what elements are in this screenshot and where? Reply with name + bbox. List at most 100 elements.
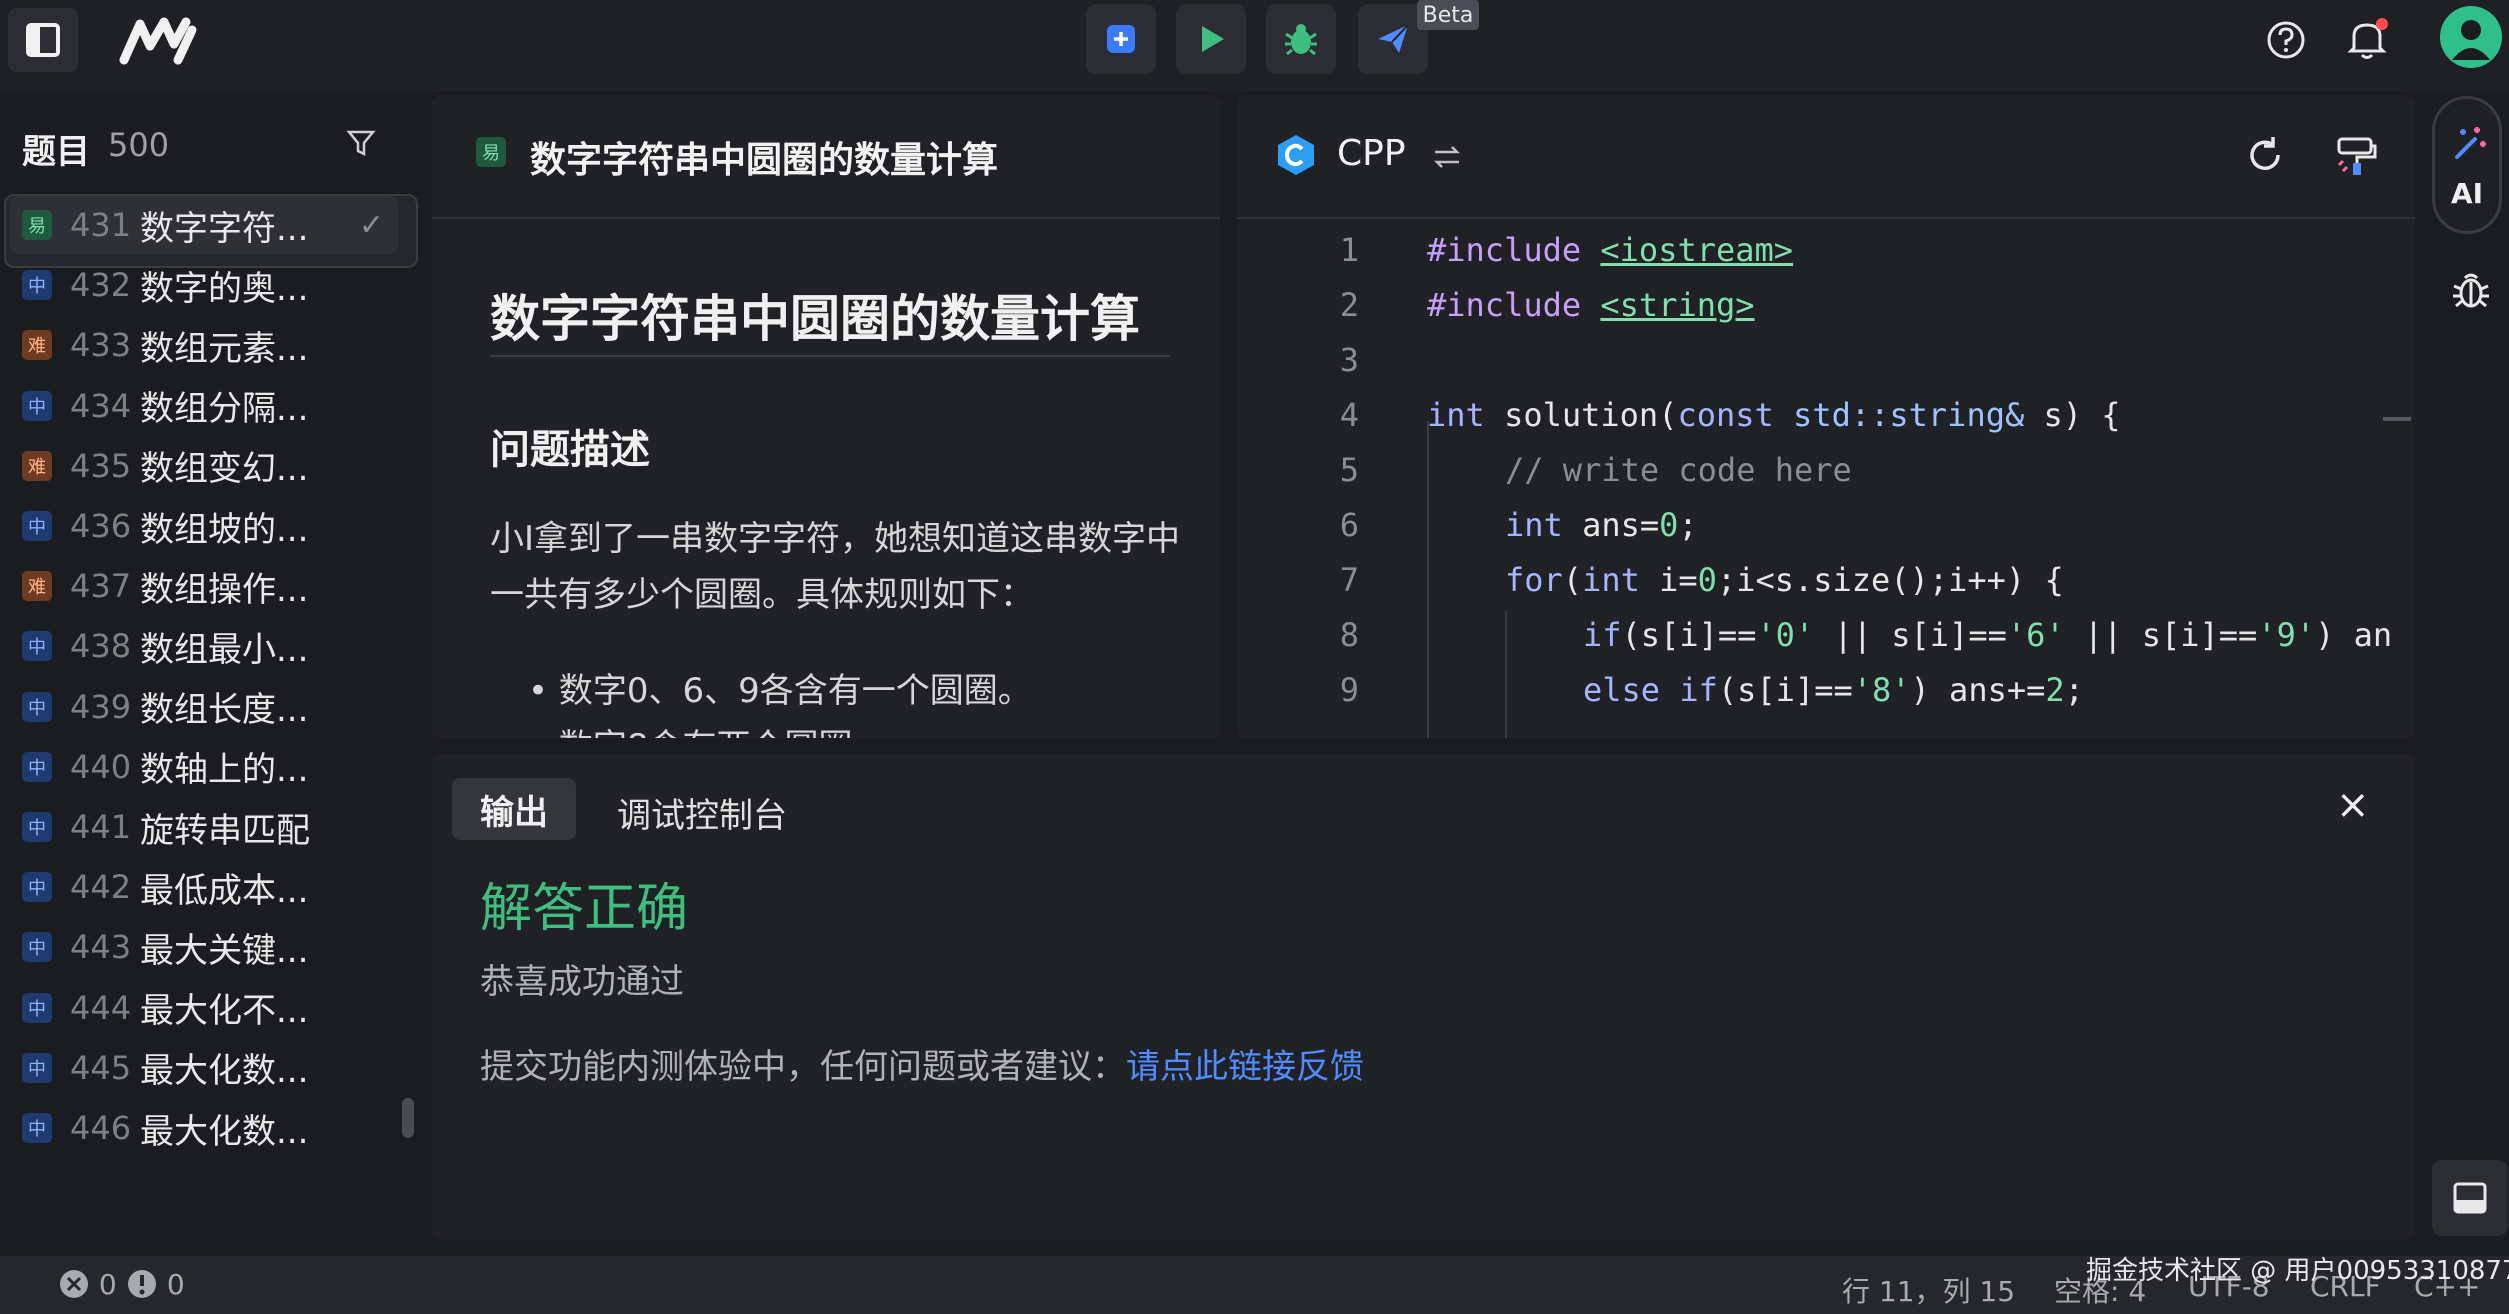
problem-item[interactable]: 中 438 数组最小... [10,617,398,675]
beta-badge: Beta [1417,0,1479,30]
top-bar: Beta [0,0,2509,92]
line-number: 9 [1339,671,1359,709]
sidebar-scrollbar[interactable] [402,1098,414,1138]
difficulty-badge: 易 [476,137,506,167]
problem-item[interactable]: 难 437 数组操作... [10,557,398,615]
app-logo [118,12,198,68]
problem-item[interactable]: 中 436 数组坡的... [10,497,398,555]
ai-label: AI [2450,177,2484,210]
problem-item[interactable]: 中 439 数组长度... [10,678,398,736]
toggle-sidebar-button[interactable] [8,8,78,72]
tab-debug-console[interactable]: 调试控制台 [617,788,787,837]
difficulty-badge: 难 [22,450,52,481]
feedback-text: 提交功能内测体验中，任何问题或者建议：请点此链接反馈 [480,1039,1364,1088]
problem-item[interactable]: 难 433 数组元素... [10,316,398,374]
problem-number: 443 [70,928,132,967]
close-output-button[interactable]: × [2336,782,2370,828]
warning-count[interactable]: 0 [126,1268,185,1301]
problem-number: 441 [70,808,132,846]
indent-guide [1505,611,1507,738]
help-button[interactable] [2262,16,2310,64]
problem-number: 432 [70,266,132,305]
problem-item[interactable]: 中 444 最大化不... [10,979,398,1037]
code-line: int ans=0; [1505,506,1698,544]
problem-item[interactable]: 中 445 最大化数... [10,1039,398,1097]
problem-number: 434 [70,386,132,425]
section-heading: 问题描述 [490,427,650,473]
submit-icon [1107,25,1135,53]
problem-item[interactable]: 难 435 数组变幻... [10,437,398,495]
description-text: 小I拿到了一串数字字符，她想知道这串数字中一共有多少个圆圈。具体规则如下： [490,519,1181,615]
debug-button[interactable] [1266,4,1336,74]
difficulty-badge: 中 [22,932,52,963]
problem-title: 数组最小... [140,629,309,670]
problem-item[interactable]: 中 446 最大化数... [10,1099,398,1157]
close-icon: × [2336,782,2370,828]
rule-item-text: 数字8含有两个圆圈。 [559,727,887,738]
cursor-position[interactable]: 行 11，列 15 [1842,1270,2015,1310]
line-number: 1 [1339,231,1359,269]
problem-item[interactable]: 中 434 数组分隔... [10,377,398,435]
problem-item[interactable]: 中 442 最低成本... [10,858,398,916]
notifications-button[interactable] [2342,14,2392,64]
problem-item[interactable]: 易 431 数字字符... ✓ [10,196,398,254]
problem-title: 最大化数... [140,1111,309,1152]
code-line: int solution(const std::string& s) { [1427,396,2121,434]
filter-icon [346,130,376,157]
problem-title: 最大关键... [140,930,309,971]
problem-number: 439 [70,687,132,726]
panel-bottom-icon [2453,1182,2487,1214]
bell-icon [2347,18,2388,59]
feedback-link[interactable]: 请点此链接反馈 [1126,1047,1364,1087]
problem-item[interactable]: 中 441 旋转串匹配 [10,798,398,856]
user-avatar[interactable] [2440,6,2502,68]
toggle-panel-button[interactable] [2432,1160,2508,1236]
filter-button[interactable] [346,128,376,162]
ai-assistant-button[interactable]: AI [2432,96,2502,234]
code-line: if(s[i]=='0' || s[i]=='6' || s[i]=='9') … [1583,616,2393,654]
problem-title: 数组变幻... [140,449,309,490]
problem-item[interactable]: 中 443 最大关键... [10,918,398,976]
format-brush-icon [2337,137,2377,175]
tab-output[interactable]: 输出 [452,778,576,840]
output-panel: 输出 调试控制台 × 解答正确 恭喜成功通过 提交功能内测体验中，任何问题或者建… [432,754,2415,1240]
help-icon [2267,21,2305,59]
language-label: CPP [1337,133,1406,174]
code-area[interactable]: 1 #include <iostream> 2 #include <string> … [1237,231,2415,738]
line-number: 6 [1339,506,1359,544]
switch-language-button[interactable] [1427,139,1467,175]
refresh-icon [2250,137,2280,170]
watermark: 掘金技术社区 @ 用户00953310877 [2086,1256,2509,1286]
language-selector[interactable]: CPP [1275,133,1406,179]
description-heading: 数字字符串中圆圈的数量计算 [490,290,1140,348]
code-editor-panel: CPP 1 #include <iostream> 2 #include <stri… [1237,95,2415,738]
editor-scrollbar[interactable] [2383,417,2411,421]
difficulty-badge: 中 [22,270,52,301]
problem-title: 最大化不... [140,991,309,1032]
problem-title: 数字字符... [140,208,309,249]
submit-button[interactable] [1086,4,1156,74]
difficulty-badge: 易 [22,210,52,240]
result-message: 恭喜成功通过 [480,962,684,1002]
difficulty-badge: 中 [22,1113,52,1143]
reset-code-button[interactable] [2243,133,2287,177]
feedback-prefix: 提交功能内测体验中，任何问题或者建议： [480,1047,1126,1087]
cpp-logo-icon [1278,135,1314,175]
play-icon [1202,26,1224,52]
code-line: // write code here [1505,451,1852,489]
format-code-button[interactable] [2333,131,2381,179]
problem-count: 500 [108,126,170,164]
code-line: for(int i=0;i<s.size();i++) { [1505,561,2064,599]
error-count-value: 0 [98,1268,117,1301]
problem-item[interactable]: 中 432 数字的奥... [10,256,398,314]
warning-count-value: 0 [166,1268,185,1301]
code-line: else if(s[i]=='8') ans+=2; [1583,671,2084,709]
line-number: 3 [1339,341,1359,379]
error-count[interactable]: 0 [58,1268,117,1301]
bug-report-button[interactable] [2448,266,2494,312]
line-number: 2 [1339,286,1359,324]
run-button[interactable] [1176,4,1246,74]
difficulty-badge: 中 [22,631,52,662]
problem-item[interactable]: 中 440 数轴上的... [10,738,398,796]
difficulty-badge: 中 [22,872,52,903]
